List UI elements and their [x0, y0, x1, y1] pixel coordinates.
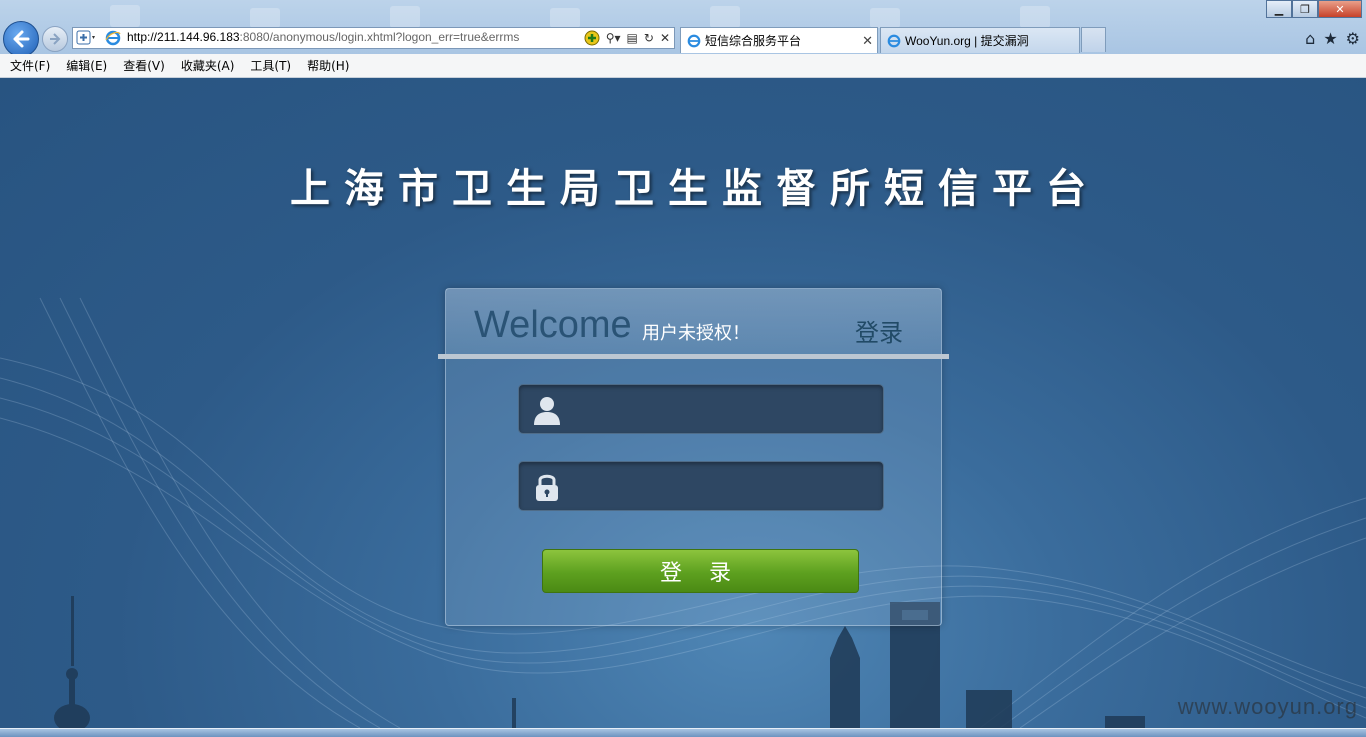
login-page: 上海市卫生局卫生监督所短信平台 Welcome 用户未授权！ 登录 登 录 ww… [0, 78, 1366, 728]
compat-view-icon[interactable] [76, 30, 98, 46]
panel-divider [438, 354, 949, 359]
username-field[interactable] [518, 384, 884, 434]
maximize-button[interactable]: ❐ [1292, 0, 1318, 18]
new-tab-button[interactable] [1081, 27, 1106, 52]
ie-tab-icon [887, 34, 901, 47]
refresh-icon[interactable]: ↻ [644, 31, 654, 45]
menu-favorites[interactable]: 收藏夹(A) [181, 57, 235, 74]
panel-header: Welcome 用户未授权！ 登录 [446, 289, 941, 355]
ie-tab-icon [687, 34, 701, 47]
login-panel: Welcome 用户未授权！ 登录 登 录 [445, 288, 942, 626]
tab-sms-platform[interactable]: 短信综合服务平台 ✕ [680, 27, 878, 53]
stop-icon[interactable]: ✕ [660, 31, 670, 45]
error-message: 用户未授权！ [642, 323, 750, 344]
address-bar[interactable]: http://211.144.96.183:8080/anonymous/log… [72, 27, 675, 49]
favorites-star-icon[interactable]: ★ [1323, 29, 1337, 48]
tab-wooyun[interactable]: WooYun.org | 提交漏洞 [880, 27, 1080, 53]
menu-edit[interactable]: 编辑(E) [66, 57, 107, 74]
home-icon[interactable]: ⌂ [1305, 29, 1315, 48]
url-text[interactable]: http://211.144.96.183:8080/anonymous/log… [127, 30, 519, 44]
arrow-left-icon [13, 30, 30, 48]
tab-label: 短信综合服务平台 [705, 34, 802, 48]
window-controls: ▁ ❐ ✕ [1266, 0, 1362, 18]
close-tab-icon[interactable]: ✕ [862, 33, 873, 49]
search-icon[interactable]: ⚲▾ [606, 31, 621, 45]
menu-bar: 文件(F) 编辑(E) 查看(V) 收藏夹(A) 工具(T) 帮助(H) [0, 54, 1366, 78]
forward-button[interactable] [42, 26, 68, 52]
menu-view[interactable]: 查看(V) [123, 57, 165, 74]
address-tools: ⚲▾ ▤ ↻ ✕ [584, 29, 670, 47]
lock-icon [536, 474, 558, 501]
watermark: www.wooyun.org [1177, 694, 1358, 719]
page-icon[interactable]: ▤ [627, 31, 638, 45]
minimize-button[interactable]: ▁ [1266, 0, 1292, 18]
password-input[interactable] [571, 470, 875, 504]
panel-login-label: 登录 [855, 319, 903, 347]
close-window-button[interactable]: ✕ [1318, 0, 1362, 18]
menu-help[interactable]: 帮助(H) [307, 57, 349, 74]
desktop-icons-decoration [110, 5, 1050, 28]
browser-chrome: http://211.144.96.183:8080/anonymous/log… [0, 0, 1366, 57]
gear-icon[interactable]: ⚙ [1346, 29, 1360, 48]
page-title: 上海市卫生局卫生监督所短信平台 [290, 165, 1100, 212]
tab-label: WooYun.org | 提交漏洞 [905, 34, 1029, 48]
add-favorite-icon[interactable] [584, 30, 600, 46]
browser-toolbar-right: ⌂ ★ ⚙ [1305, 29, 1360, 48]
menu-tools[interactable]: 工具(T) [250, 57, 291, 74]
arrow-right-icon [50, 33, 61, 45]
ie-page-icon [105, 30, 121, 46]
login-button[interactable]: 登 录 [542, 549, 859, 593]
password-field[interactable] [518, 461, 884, 511]
username-input[interactable] [571, 393, 875, 427]
back-button[interactable] [3, 21, 39, 57]
user-icon [534, 397, 560, 425]
menu-file[interactable]: 文件(F) [10, 57, 50, 74]
welcome-text: Welcome [474, 304, 632, 346]
